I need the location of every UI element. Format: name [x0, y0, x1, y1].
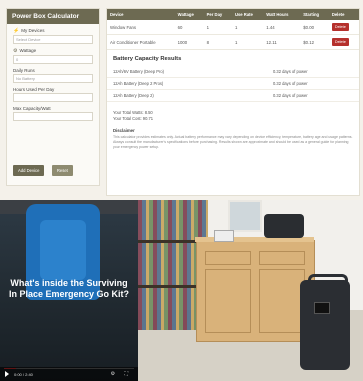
table-row: Air Conditioner Portable 1000 8 1 12.11 … — [107, 34, 359, 50]
table-header-row: Device Wattage Per Day Use Rate Watt Hou… — [107, 9, 359, 20]
capacity-input[interactable] — [13, 112, 93, 121]
column-header: Watt Hours — [263, 9, 301, 20]
result-row: 12Ah/6V Battery (Deep Pro) 0.32 days of … — [107, 66, 359, 78]
column-header: Delete — [328, 9, 359, 20]
wattage-input[interactable]: 0 — [13, 55, 93, 64]
field-label-capacity: Max Capacity/Watt — [13, 106, 51, 111]
black-case — [264, 214, 304, 238]
totals: Your Total Watts: 8.50 Your Total Cost: … — [113, 110, 353, 122]
result-row: 12Ah Battery (Deep 2 Pros) 0.32 days of … — [107, 78, 359, 90]
cabinet-drawer — [259, 251, 305, 265]
power-station — [300, 274, 350, 370]
calculator-title: Power Box Calculator — [7, 9, 99, 24]
backpack-pocket — [40, 220, 86, 280]
column-header: Device — [107, 9, 175, 20]
devices-table: Device Wattage Per Day Use Rate Watt Hou… — [107, 9, 359, 50]
hours-input[interactable] — [13, 93, 93, 102]
cell-per-day: 1 — [203, 20, 232, 35]
delete-button[interactable]: Delete — [331, 23, 349, 31]
cabinet-drawer — [205, 251, 251, 265]
video-control-icons[interactable]: ⚙ ⛶ — [111, 371, 132, 377]
form-buttons: Add Device Reset — [13, 159, 76, 177]
video-time: 0:00 / 2:40 — [14, 372, 33, 377]
devices-select[interactable]: Select Device — [13, 35, 93, 44]
column-header: Use Rate — [231, 9, 264, 20]
results-title: Battery Capacity Results — [113, 56, 182, 62]
video-player[interactable]: What's inside the Surviving In Place Eme… — [0, 200, 138, 381]
field-label-wattage: ⚙ Wattage — [13, 48, 37, 54]
result-value: 0.32 days of power — [273, 81, 308, 86]
add-device-button[interactable]: Add Device — [13, 165, 45, 176]
wood-cabinet — [195, 237, 315, 342]
cell-watt-hours: 1.44 — [263, 20, 301, 35]
field-label-runs: Daily Runs — [13, 68, 35, 73]
cell-starting: $0.12 — [300, 34, 329, 50]
delete-button[interactable]: Delete — [331, 38, 349, 46]
cell-device: Window Fans — [107, 20, 175, 35]
result-label: 12Ah Battery (Deep 2) — [113, 93, 154, 98]
field-label-hours: Hours Used Per Day — [13, 87, 55, 92]
result-label: 12Ah Battery (Deep 2 Pros) — [113, 81, 164, 86]
column-header: Starting — [300, 9, 329, 20]
disclaimer-title: Disclaimer — [113, 128, 135, 133]
play-icon[interactable] — [5, 371, 9, 377]
result-value: 0.32 days of power — [273, 93, 308, 98]
media-row: What's inside the Surviving In Place Eme… — [0, 200, 363, 381]
cell-per-day: 8 — [203, 34, 232, 50]
plug-icon: ⚡ — [13, 28, 20, 34]
cell-use-rate: 1 — [231, 20, 264, 35]
runs-select[interactable]: No Battery — [13, 74, 93, 83]
video-title: What's inside the Surviving In Place Eme… — [8, 278, 130, 299]
cell-watt-hours: 12.11 — [263, 34, 301, 50]
field-label-devices: ⚡ My Devices — [13, 28, 45, 34]
power-calculator: Power Box Calculator ⚡ My Devices Select … — [0, 0, 363, 200]
column-header: Wattage — [174, 9, 204, 20]
total-cost: Your Total Cost: 90.71 — [113, 116, 154, 121]
small-device — [214, 230, 234, 242]
cell-starting: $0.00 — [300, 20, 329, 35]
results-panel: Device Wattage Per Day Use Rate Watt Hou… — [106, 8, 360, 196]
cell-delete: Delete — [328, 20, 359, 35]
power-station-handle — [308, 274, 348, 285]
cell-device: Air Conditioner Portable — [107, 34, 175, 50]
cell-wattage: 1000 — [174, 34, 204, 50]
cabinet-door — [259, 269, 305, 333]
picture-frame — [228, 200, 262, 232]
result-value: 0.32 days of power — [273, 69, 308, 74]
cell-wattage: 60 — [174, 20, 204, 35]
table-row: Window Fans 60 1 1 1.44 $0.00 Delete — [107, 20, 359, 35]
power-station-screen — [314, 302, 330, 314]
reset-button[interactable]: Reset — [51, 165, 73, 176]
result-row: 12Ah Battery (Deep 2) 0.32 days of power — [107, 90, 359, 102]
cabinet-door — [205, 269, 251, 333]
cell-use-rate: 1 — [231, 34, 264, 50]
result-label: 12Ah/6V Battery (Deep Pro) — [113, 69, 164, 74]
bolt-icon: ⚙ — [13, 48, 18, 54]
calculator-form: Power Box Calculator ⚡ My Devices Select … — [6, 8, 100, 186]
cell-delete: Delete — [328, 34, 359, 50]
room-photo — [138, 200, 363, 381]
disclaimer-text: This calculator provides estimates only.… — [113, 135, 353, 149]
column-header: Per Day — [203, 9, 232, 20]
